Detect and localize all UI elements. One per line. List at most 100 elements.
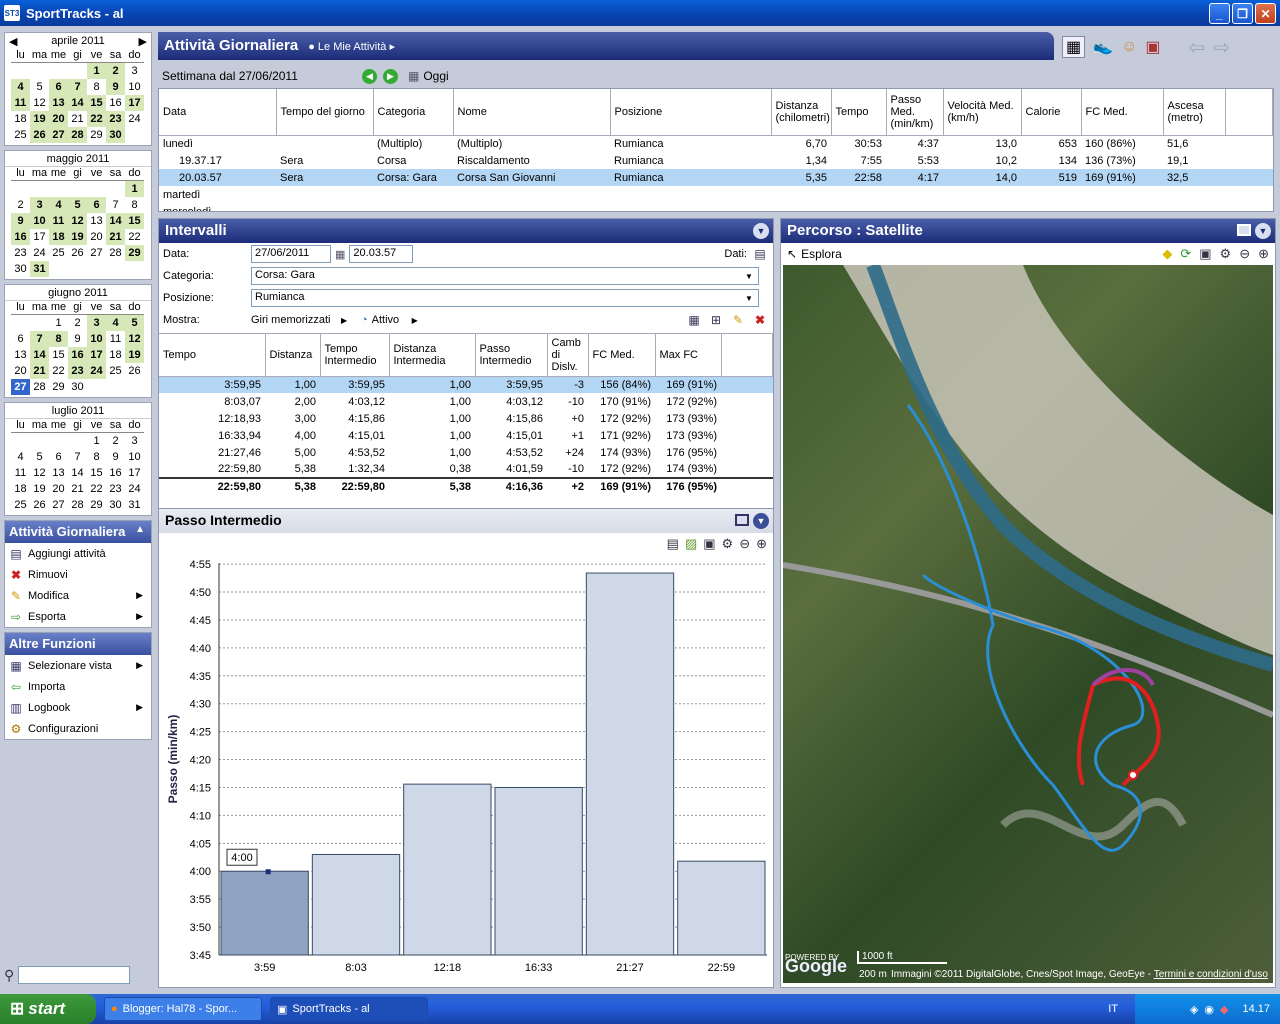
calendar-day[interactable]: 25	[11, 127, 30, 143]
table-row[interactable]: mercoledì	[159, 203, 1273, 212]
settings-item[interactable]: ⚙ Configurazioni	[5, 718, 151, 739]
calendar-day[interactable]: 6	[87, 197, 106, 213]
column-header[interactable]: Passo Intermedio	[475, 334, 548, 377]
chart-bar[interactable]	[494, 786, 583, 956]
calendar-day[interactable]: 9	[106, 449, 125, 465]
calendar-day[interactable]: 15	[87, 95, 106, 111]
calendar-day[interactable]: 19	[30, 111, 49, 127]
calendar-day[interactable]: 18	[106, 347, 125, 363]
calendar-day[interactable]: 27	[11, 379, 30, 395]
calendar-day[interactable]: 26	[30, 497, 49, 513]
taskbar-item-sporttracks[interactable]: ▣ SportTracks - al	[270, 997, 428, 1021]
calendar-day[interactable]: 25	[106, 363, 125, 379]
antivirus-icon[interactable]: ◆	[1220, 1003, 1228, 1016]
calendar-day[interactable]: 25	[11, 497, 30, 513]
calendar-day[interactable]: 30	[106, 127, 125, 143]
total-row[interactable]: 22:59,80 5,38 22:59,80 5,38 4:16,36 +2 169 (91…	[159, 477, 773, 495]
minimize-button[interactable]: _	[1209, 3, 1230, 24]
column-header[interactable]: Camb di Dislv.	[547, 334, 589, 377]
calendar-day[interactable]: 12	[30, 95, 49, 111]
shoe-icon[interactable]: 👟	[1093, 37, 1113, 57]
calendar-day[interactable]: 14	[30, 347, 49, 363]
calendar-day[interactable]: 12	[68, 213, 87, 229]
today-button[interactable]: Oggi	[423, 69, 448, 83]
calendar-day[interactable]: 21	[68, 481, 87, 497]
calendar-day[interactable]: 20	[11, 363, 30, 379]
calendar-day[interactable]: 27	[49, 127, 68, 143]
settings-icon[interactable]: ⚙	[722, 536, 734, 552]
add-activity-item[interactable]: ▤ Aggiungi attività	[5, 543, 151, 564]
save-icon[interactable]: ▣	[1199, 246, 1211, 262]
calendar-day[interactable]: 8	[125, 197, 144, 213]
satellite-map[interactable]: POWERED BY Google 1000 ft 200 m Immagini …	[783, 265, 1273, 983]
date-field[interactable]: 27/06/2011	[251, 245, 331, 263]
table-row[interactable]: 20.03.57 Sera Corsa: Gara Corsa San Giovann…	[159, 169, 1273, 186]
column-header[interactable]: Velocità Med. (km/h)	[943, 89, 1022, 136]
dropdown-icon[interactable]: ▼	[753, 513, 769, 529]
calendar-day[interactable]: 5	[30, 449, 49, 465]
calendar-day[interactable]: 7	[68, 79, 87, 95]
calendar-day[interactable]: 21	[106, 229, 125, 245]
calendar-day[interactable]: 2	[11, 197, 30, 213]
column-header[interactable]: Posizione	[610, 89, 772, 136]
calendar-day[interactable]: 17	[125, 465, 144, 481]
time-field[interactable]: 20.03.57	[349, 245, 414, 263]
calendar-day[interactable]: 24	[30, 245, 49, 261]
calendar-day[interactable]: 7	[106, 197, 125, 213]
chart-bar[interactable]	[311, 853, 401, 956]
column-header[interactable]: Tempo del giorno	[276, 89, 374, 136]
calendar-day[interactable]: 15	[49, 347, 68, 363]
chart-type-icon[interactable]: ▨	[685, 536, 697, 552]
calendar-day[interactable]: 11	[11, 465, 30, 481]
calendar-day[interactable]: 10	[30, 213, 49, 229]
calendar-day[interactable]: 28	[68, 497, 87, 513]
calendar-day[interactable]: 5	[125, 315, 144, 331]
table-row[interactable]: 21:27,46 5,00 4:53,52 1,00 4:53,52 +24 174 (93…	[159, 444, 773, 461]
table-row[interactable]: 12:18,93 3,00 4:15,86 1,00 4:15,86 +0 172 (92%…	[159, 410, 773, 427]
column-header[interactable]: Categoria	[373, 89, 454, 136]
calendar-day[interactable]: 18	[49, 229, 68, 245]
calendar-day[interactable]: 16	[11, 229, 30, 245]
calendar-day[interactable]: 17	[30, 229, 49, 245]
chevron-right-icon[interactable]: ▶	[412, 316, 418, 325]
calendar-day[interactable]: 17	[87, 347, 106, 363]
calendar-day[interactable]: 22	[125, 229, 144, 245]
select-view-item[interactable]: ▦ Selezionare vista ▶	[5, 655, 151, 676]
column-header[interactable]: Ascesa (metro)	[1163, 89, 1226, 136]
chevron-down-icon[interactable]: ▼	[745, 294, 753, 303]
settings-icon[interactable]: ⚙	[1220, 246, 1232, 262]
prev-week-icon[interactable]: ◀	[362, 68, 377, 84]
active-dropdown[interactable]: Attivo	[372, 314, 412, 326]
calendar-day[interactable]: 18	[11, 111, 30, 127]
back-arrow-icon[interactable]: ⇦	[1189, 35, 1206, 60]
calendar-day[interactable]: 19	[30, 481, 49, 497]
search-input[interactable]	[18, 966, 131, 984]
table-row[interactable]: 19.37.17 Sera Corsa Riscaldamento Rumianca 1,…	[159, 152, 1273, 169]
calendar-day[interactable]: 20	[49, 481, 68, 497]
calendar-day[interactable]: 17	[125, 95, 144, 111]
calendar-day[interactable]: 14	[68, 95, 87, 111]
zoom-out-icon[interactable]: ⊖	[739, 536, 750, 552]
calendar-day[interactable]: 13	[11, 347, 30, 363]
calendar-day[interactable]: 22	[49, 363, 68, 379]
calendar-day[interactable]: 4	[49, 197, 68, 213]
calendar-day[interactable]: 21	[30, 363, 49, 379]
calendar-day[interactable]: 9	[11, 213, 30, 229]
column-header[interactable]: Data	[159, 89, 277, 136]
chart-bar[interactable]	[403, 783, 492, 956]
calendar-day[interactable]: 27	[87, 245, 106, 261]
column-header[interactable]: FC Med.	[588, 334, 656, 377]
column-header[interactable]: Tempo	[159, 334, 266, 377]
language-indicator[interactable]: IT	[1108, 1003, 1118, 1015]
breadcrumb[interactable]: Le Mie Attività	[318, 41, 386, 53]
calendar-day[interactable]: 16	[68, 347, 87, 363]
calendar-day[interactable]: 22	[87, 481, 106, 497]
save-icon[interactable]: ▣	[703, 536, 715, 552]
calendar-day[interactable]: 10	[125, 449, 144, 465]
collapse-icon[interactable]: ▲	[135, 524, 145, 535]
calendar-day[interactable]: 28	[68, 127, 87, 143]
calendar-picker-icon[interactable]: ▦	[335, 248, 345, 261]
dropdown-icon[interactable]: ▼	[753, 223, 769, 239]
table-row[interactable]: 8:03,07 2,00 4:03,12 1,00 4:03,12 -10 170 (91%…	[159, 393, 773, 410]
calendar-day[interactable]: 11	[106, 331, 125, 347]
